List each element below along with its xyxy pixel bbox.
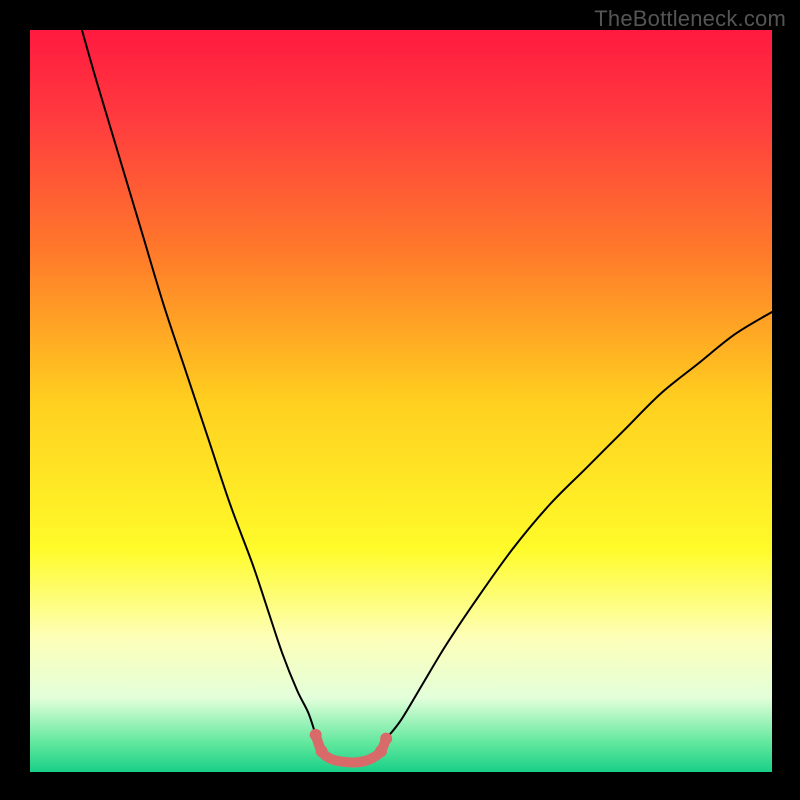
plot-area [30, 30, 772, 772]
marker-0 [310, 729, 322, 741]
chart-svg [30, 30, 772, 772]
gradient-background [30, 30, 772, 772]
marker-1 [316, 745, 328, 757]
chart-container: TheBottleneck.com [0, 0, 800, 800]
marker-2 [375, 745, 387, 757]
marker-3 [380, 733, 392, 745]
watermark-text: TheBottleneck.com [594, 6, 786, 32]
